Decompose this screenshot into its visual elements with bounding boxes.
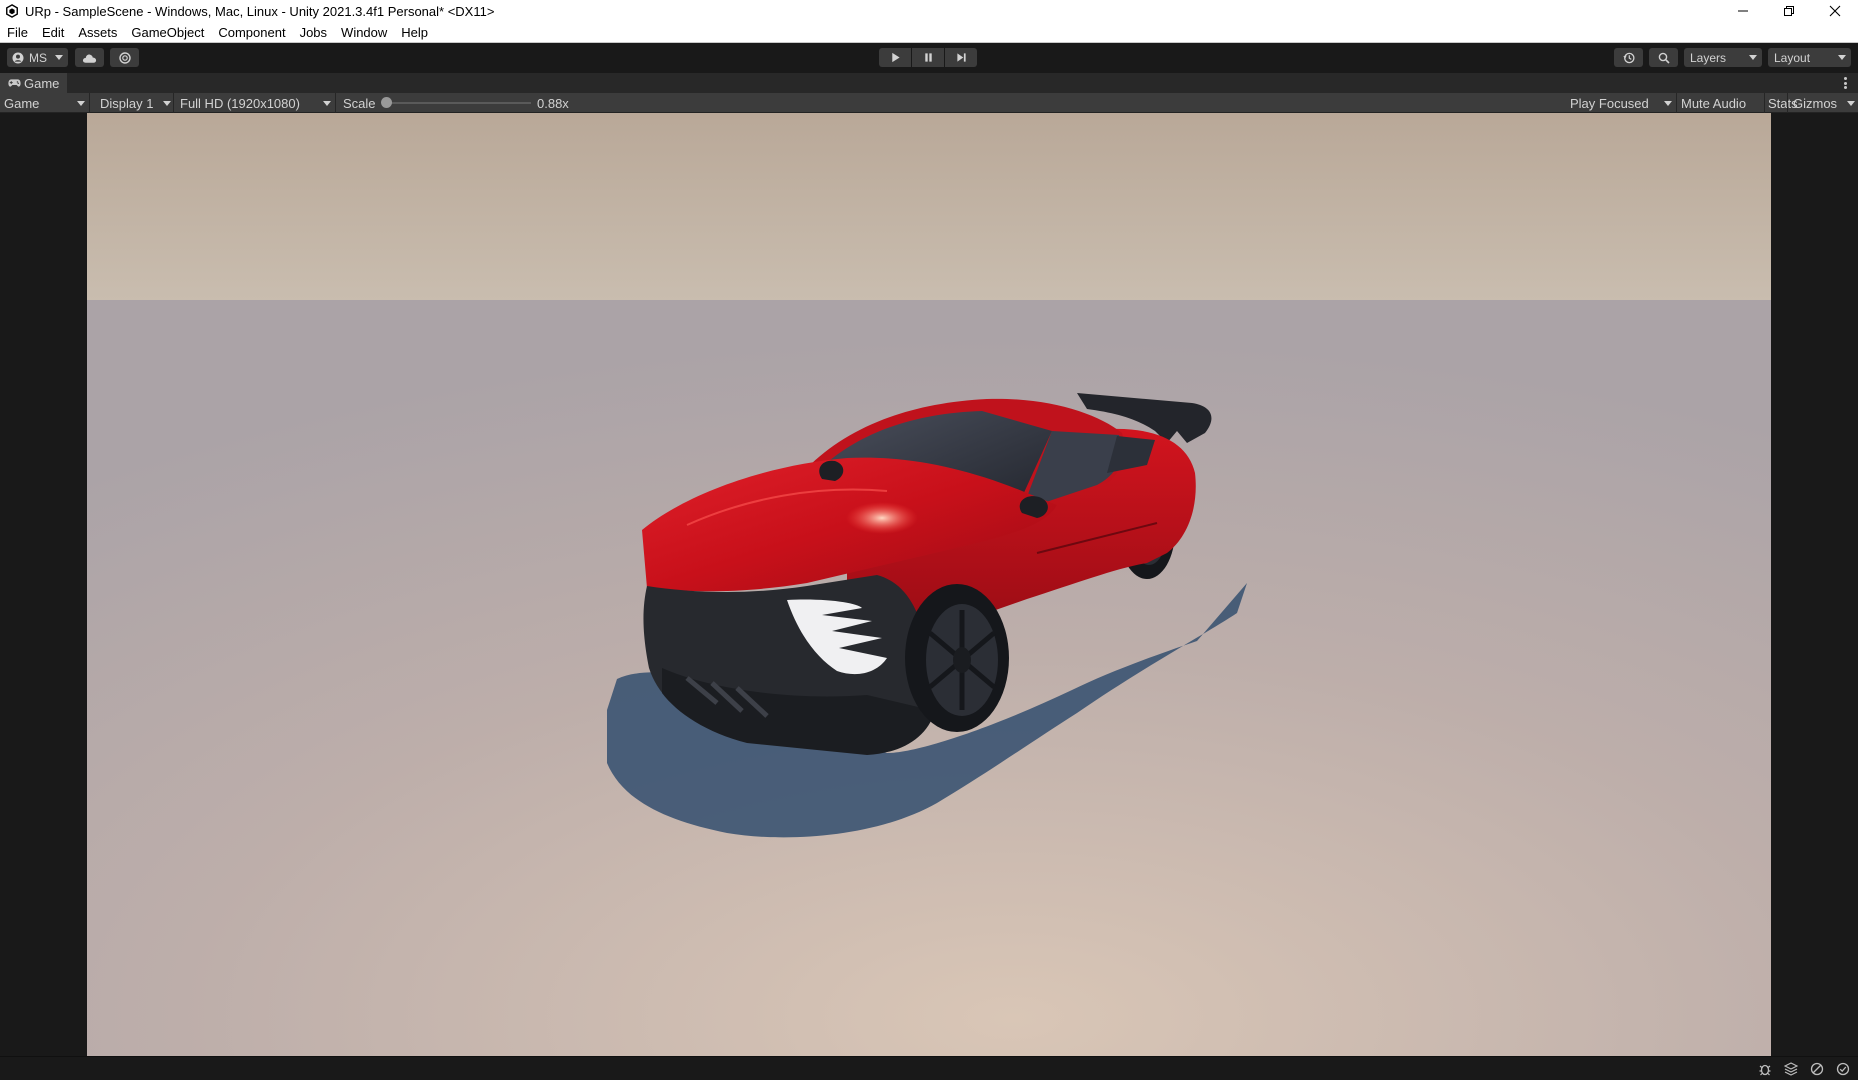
- view-mode-label: Game: [4, 95, 40, 111]
- more-options-icon[interactable]: [1844, 77, 1847, 89]
- gizmos-dropdown[interactable]: Gizmos: [1793, 93, 1858, 113]
- play-button[interactable]: [879, 48, 911, 67]
- pause-button[interactable]: [912, 48, 944, 67]
- cloud-button[interactable]: [75, 48, 104, 67]
- play-icon: [891, 52, 900, 63]
- chevron-down-icon: [1664, 101, 1672, 106]
- layout-label: Layout: [1774, 50, 1811, 65]
- chevron-down-icon: [1847, 101, 1855, 106]
- restore-button[interactable]: [1766, 0, 1812, 22]
- minimize-icon: [1738, 10, 1748, 12]
- chevron-down-icon: [163, 101, 171, 106]
- menu-assets[interactable]: Assets: [78, 25, 117, 40]
- collab-icon: [118, 51, 131, 64]
- play-mode-label: Play Focused: [1570, 95, 1649, 111]
- display-dropdown[interactable]: Display 1: [100, 93, 174, 113]
- window-title: URp - SampleScene - Windows, Mac, Linux …: [25, 3, 495, 19]
- collab-button[interactable]: [110, 48, 139, 67]
- progress-check-icon[interactable]: [1836, 1062, 1850, 1076]
- undo-history-button[interactable]: [1614, 48, 1643, 67]
- layers-dropdown[interactable]: Layers: [1684, 48, 1762, 67]
- menu-file[interactable]: File: [7, 25, 28, 40]
- history-icon: [1622, 52, 1635, 63]
- play-controls: [879, 48, 977, 67]
- unity-logo-icon: [6, 4, 18, 18]
- scale-slider-handle[interactable]: [381, 97, 392, 108]
- status-bar: [0, 1056, 1858, 1080]
- layout-dropdown[interactable]: Layout: [1768, 48, 1851, 67]
- step-button[interactable]: [945, 48, 977, 67]
- search-button[interactable]: [1649, 48, 1678, 67]
- account-dropdown[interactable]: MS: [7, 48, 68, 67]
- menu-component[interactable]: Component: [218, 25, 285, 40]
- layers-label: Layers: [1690, 50, 1727, 65]
- resolution-dropdown[interactable]: Full HD (1920x1080): [180, 93, 333, 113]
- chevron-down-icon: [1838, 55, 1846, 60]
- game-render: [87, 113, 1771, 1056]
- account-icon: [12, 52, 24, 63]
- menu-jobs[interactable]: Jobs: [300, 25, 327, 40]
- close-icon: [1829, 5, 1841, 17]
- tab-game[interactable]: Game: [0, 73, 68, 93]
- window-title-bar: URp - SampleScene - Windows, Mac, Linux …: [0, 0, 1858, 22]
- scale-value: 0.88x: [537, 95, 569, 111]
- play-mode-dropdown[interactable]: Play Focused: [1570, 93, 1674, 113]
- step-icon: [956, 53, 966, 62]
- left-mirror: [819, 460, 844, 481]
- chevron-down-icon: [77, 101, 85, 106]
- chevron-down-icon: [323, 101, 331, 106]
- layers-stack-icon[interactable]: [1784, 1062, 1798, 1076]
- sky: [87, 113, 1771, 301]
- scale-slider-track[interactable]: [386, 102, 531, 104]
- view-mode-dropdown[interactable]: Game: [4, 93, 87, 113]
- chevron-down-icon: [55, 55, 63, 60]
- resolution-label: Full HD (1920x1080): [180, 95, 300, 111]
- scale-label: Scale: [343, 95, 376, 111]
- account-label: MS: [29, 50, 47, 65]
- menu-window[interactable]: Window: [341, 25, 387, 40]
- display-label: Display 1: [100, 95, 154, 111]
- gizmos-label: Gizmos: [1793, 95, 1838, 111]
- pause-icon: [924, 53, 932, 62]
- minimize-button[interactable]: [1720, 0, 1766, 22]
- game-viewport[interactable]: [87, 113, 1771, 1056]
- game-tab-bar: Game: [0, 73, 1858, 93]
- chevron-down-icon: [1749, 55, 1757, 60]
- tab-game-label: Game: [24, 75, 60, 91]
- auto-generate-lighting-icon[interactable]: [1810, 1062, 1824, 1076]
- menu-bar: File Edit Assets GameObject Component Jo…: [0, 22, 1858, 43]
- search-icon: [1658, 52, 1670, 64]
- close-button[interactable]: [1812, 0, 1858, 22]
- gamepad-icon: [8, 79, 21, 87]
- game-view-toolbar: Game Display 1 Full HD (1920x1080) Scale…: [0, 93, 1858, 113]
- cloud-icon: [82, 54, 97, 63]
- menu-edit[interactable]: Edit: [42, 25, 64, 40]
- debug-icon[interactable]: [1758, 1062, 1772, 1076]
- hood-highlight: [846, 502, 918, 534]
- restore-icon: [1784, 6, 1794, 16]
- menu-gameobject[interactable]: GameObject: [131, 25, 204, 40]
- menu-help[interactable]: Help: [401, 25, 428, 40]
- main-toolbar: MS Layers Layout: [0, 43, 1858, 73]
- mute-audio-toggle[interactable]: Mute Audio: [1681, 93, 1746, 113]
